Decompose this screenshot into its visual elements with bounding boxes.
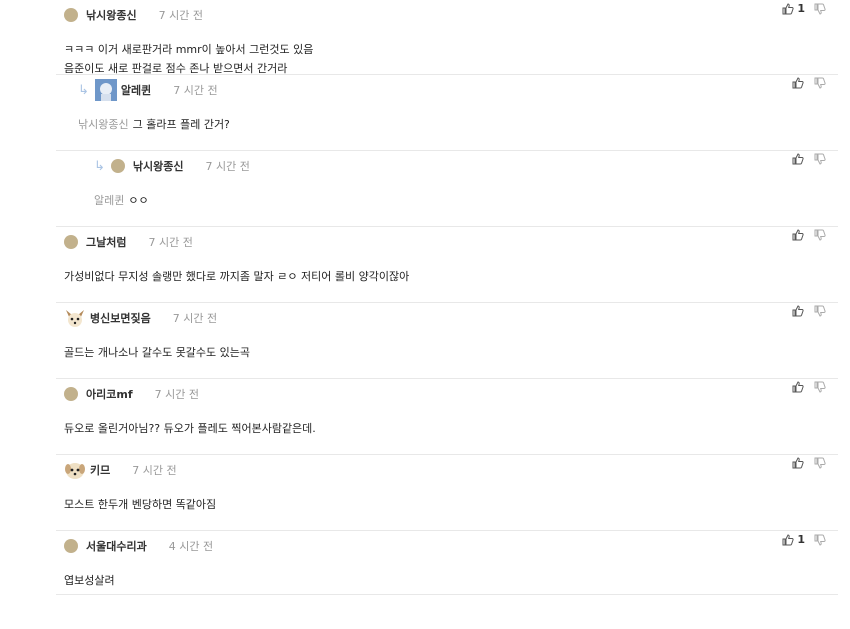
comment-header: 그날처럼 7 시간 전 <box>64 233 193 251</box>
author-nick[interactable]: 서울대수리과 <box>86 538 147 554</box>
reply-arrow-icon: ↳ <box>94 158 105 174</box>
vote-box: 1 <box>782 2 826 15</box>
reply-comment: ↳ 알레퀸 7 시간 전 낚시왕종신 그 홀라프 플레 간거? <box>56 75 838 151</box>
author-nick[interactable]: 그날처럼 <box>86 234 126 250</box>
thumbs-down-icon[interactable] <box>814 534 826 546</box>
comment: 아리코mf 7 시간 전 듀오로 올린거아님?? 듀오가 플레도 찍어본사람같은… <box>56 379 838 455</box>
thumbs-down-icon[interactable] <box>814 457 826 469</box>
comment-body: 엽보성살려 <box>64 571 115 590</box>
comment-text: 그 홀라프 플레 간거? <box>132 118 230 131</box>
comment-header: ↳ 알레퀸 7 시간 전 <box>78 79 218 101</box>
thumbs-down-icon[interactable] <box>814 3 826 15</box>
vote-box <box>792 77 826 89</box>
thumbs-up-icon[interactable] <box>792 305 804 317</box>
comment-text: 골드는 개나소나 갈수도 못갈수도 있는곡 <box>64 346 251 359</box>
comment-time: 7 시간 전 <box>173 84 218 97</box>
avatar[interactable] <box>64 539 78 553</box>
comment-header: ↳ 낚시왕종신 7 시간 전 <box>94 157 250 175</box>
comment-body: ㅋㅋㅋ 이거 새로판거라 mmr이 높아서 그런것도 있음 음준이도 새로 판걸… <box>64 40 313 78</box>
comment-body: 가성비없다 무지성 솔랭만 했다로 까지좀 말자 ㄹㅇ 저티어 롤비 양각이잖아 <box>64 267 409 286</box>
comment-header: 서울대수리과 4 시간 전 <box>64 537 213 555</box>
comment-body: 골드는 개나소나 갈수도 못갈수도 있는곡 <box>64 343 250 362</box>
avatar[interactable] <box>64 307 86 329</box>
reply-comment: ↳ 낚시왕종신 7 시간 전 알레퀸 ㅇㅇ <box>56 151 838 227</box>
comment: 그날처럼 7 시간 전 가성비없다 무지성 솔랭만 했다로 까지좀 말자 ㄹㅇ … <box>56 227 838 303</box>
thumbs-up-icon[interactable] <box>792 381 804 393</box>
comment-text: 듀오로 올린거아님?? 듀오가 플레도 찍어본사람같은데. <box>64 422 316 435</box>
comment: 병신보면짖음 7 시간 전 골드는 개나소나 갈수도 못갈수도 있는곡 <box>56 303 838 379</box>
vote-box <box>792 153 826 165</box>
comment-header: 낚시왕종신 7 시간 전 <box>64 6 203 24</box>
like-count: 1 <box>797 2 805 15</box>
author-nick[interactable]: 낚시왕종신 <box>86 7 137 23</box>
comment-body: 모스트 한두개 벤당하면 똑같아짐 <box>64 495 216 514</box>
avatar[interactable] <box>64 235 78 249</box>
vote-box <box>792 457 826 469</box>
comment-header: 아리코mf 7 시간 전 <box>64 385 199 403</box>
comment: 키므 7 시간 전 모스트 한두개 벤당하면 똑같아짐 <box>56 455 838 531</box>
comment-time: 7 시간 전 <box>158 9 203 22</box>
thumbs-down-icon[interactable] <box>814 229 826 241</box>
thumbs-up-icon[interactable] <box>792 153 804 165</box>
avatar[interactable] <box>94 79 117 101</box>
comment-time: 7 시간 전 <box>172 312 218 325</box>
avatar[interactable] <box>64 459 86 481</box>
comment-body: 낚시왕종신 그 홀라프 플레 간거? <box>78 115 230 134</box>
comment-text: 엽보성살려 <box>64 574 115 587</box>
author-nick[interactable]: 아리코mf <box>86 386 133 402</box>
comment-time: 7 시간 전 <box>148 236 193 249</box>
thumbs-down-icon[interactable] <box>814 153 826 165</box>
author-nick[interactable]: 키므 <box>90 462 110 478</box>
avatar[interactable] <box>110 159 125 173</box>
vote-box <box>792 229 826 241</box>
thumbs-down-icon[interactable] <box>814 381 826 393</box>
avatar[interactable] <box>64 387 78 401</box>
author-nick[interactable]: 낚시왕종신 <box>133 158 184 174</box>
avatar[interactable] <box>64 8 78 22</box>
author-nick[interactable]: 알레퀸 <box>121 82 151 98</box>
comment-text: 가성비없다 무지성 솔랭만 했다로 까지좀 말자 ㄹㅇ 저티어 롤비 양각이잖아 <box>64 270 410 283</box>
comment-body: 듀오로 올린거아님?? 듀오가 플레도 찍어본사람같은데. <box>64 419 316 438</box>
comment-time: 4 시간 전 <box>168 540 214 553</box>
comment-text: 모스트 한두개 벤당하면 똑같아짐 <box>64 498 217 511</box>
author-nick[interactable]: 병신보면짖음 <box>90 310 151 326</box>
reply-arrow-icon: ↳ <box>78 82 89 98</box>
comment-text-line: ㅋㅋㅋ 이거 새로판거라 mmr이 높아서 그런것도 있음 <box>64 43 314 56</box>
comment: 서울대수리과 4 시간 전 엽보성살려 1 <box>56 531 838 595</box>
vote-box <box>792 305 826 317</box>
vote-box: 1 <box>782 533 826 546</box>
mention[interactable]: 낚시왕종신 <box>78 118 129 131</box>
thumbs-up-icon[interactable] <box>782 534 794 546</box>
thumbs-up-icon[interactable] <box>792 229 804 241</box>
vote-box <box>792 381 826 393</box>
comment-list: 낚시왕종신 7 시간 전 ㅋㅋㅋ 이거 새로판거라 mmr이 높아서 그런것도 … <box>56 0 838 595</box>
thumbs-down-icon[interactable] <box>814 77 826 89</box>
comment-header: 키므 7 시간 전 <box>64 461 177 479</box>
thumbs-down-icon[interactable] <box>814 305 826 317</box>
thumbs-up-icon[interactable] <box>792 77 804 89</box>
comment-time: 7 시간 전 <box>132 464 177 477</box>
thumbs-up-icon[interactable] <box>792 457 804 469</box>
comment-header: 병신보면짖음 7 시간 전 <box>64 309 217 327</box>
comment-body: 알레퀸 ㅇㅇ <box>94 191 149 210</box>
comment-time: 7 시간 전 <box>154 388 199 401</box>
comment-text: ㅇㅇ <box>128 194 149 207</box>
thumbs-up-icon[interactable] <box>782 3 794 15</box>
mention[interactable]: 알레퀸 <box>94 194 124 207</box>
like-count: 1 <box>797 533 805 546</box>
comment-time: 7 시간 전 <box>205 160 250 173</box>
comment: 낚시왕종신 7 시간 전 ㅋㅋㅋ 이거 새로판거라 mmr이 높아서 그런것도 … <box>56 0 838 75</box>
